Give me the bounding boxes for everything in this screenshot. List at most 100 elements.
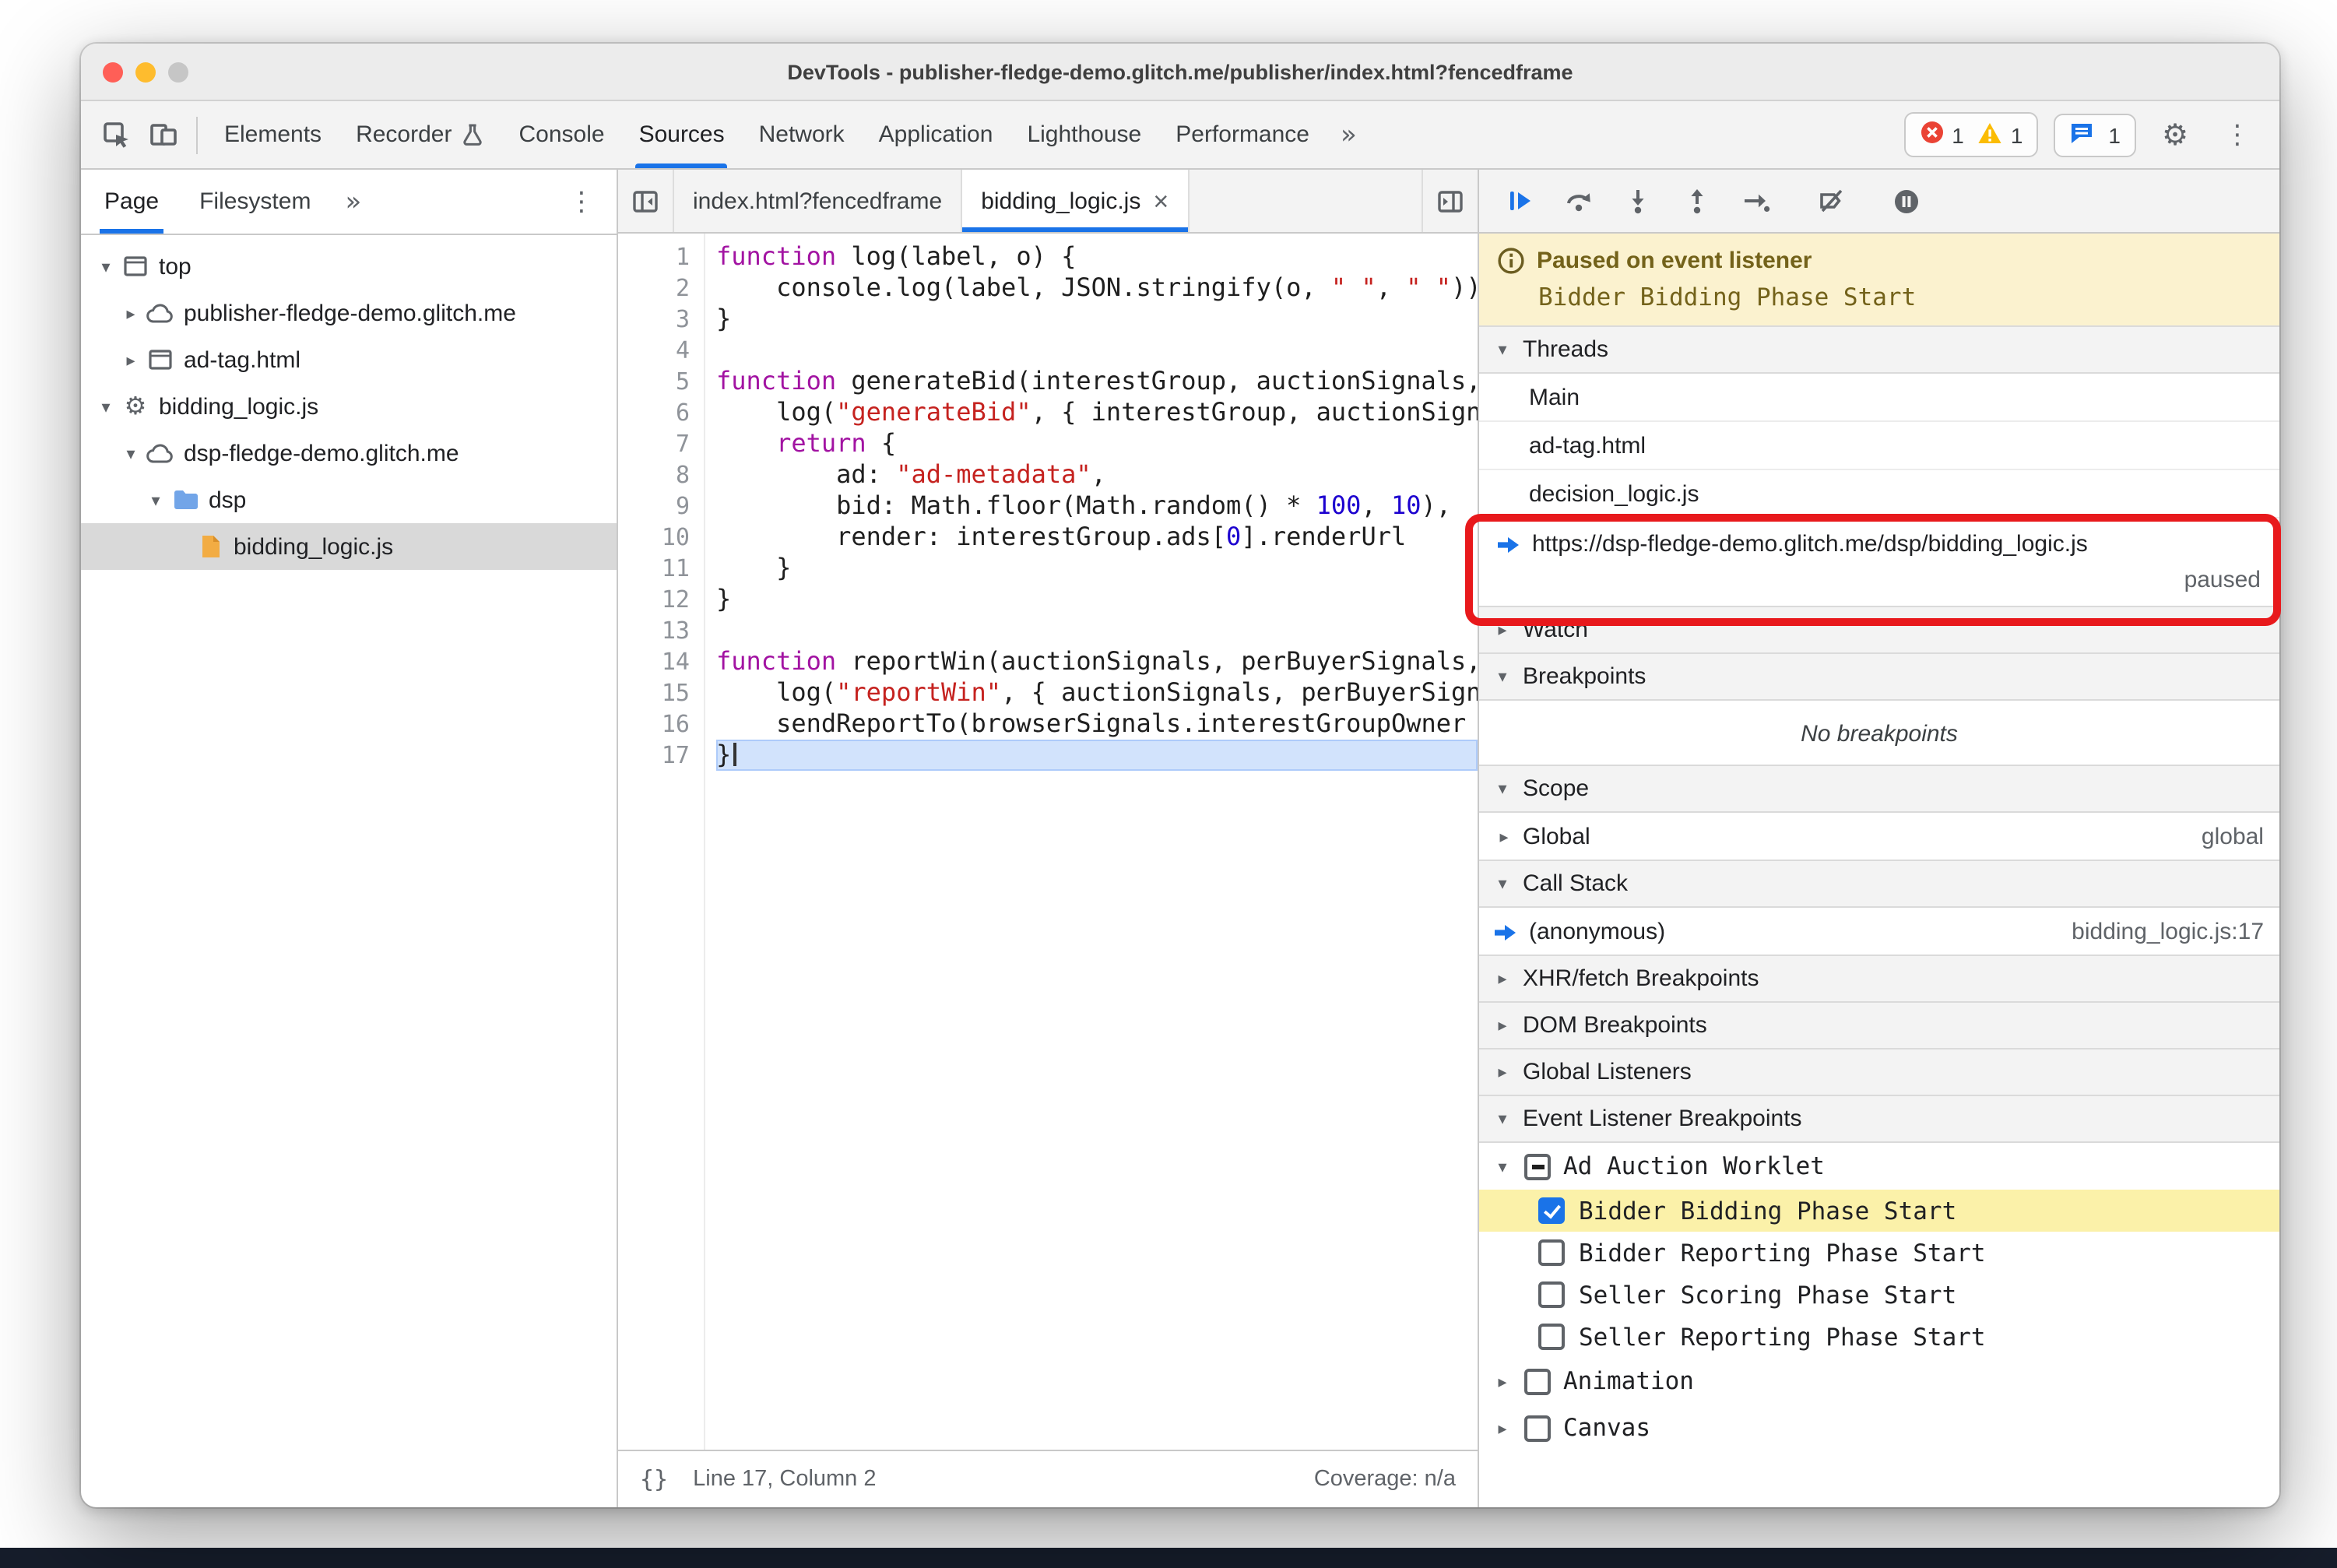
code-editor[interactable]: 1 2 3 4 5 6 7 8 9 10 11 12 13 14 15 16 17 function log(l… (618, 234, 1478, 1450)
section-global-listeners[interactable]: ▸ Global Listeners (1479, 1048, 2279, 1096)
line-number[interactable]: 11 (618, 553, 690, 584)
line-number[interactable]: 3 (618, 304, 690, 335)
tree-item-publisher-fledge-demo-glitch-me[interactable]: ▸ publisher-fledge-demo.glitch.me (81, 290, 617, 336)
line-number[interactable]: 6 (618, 397, 690, 428)
open-file-navigation-icon[interactable] (1422, 170, 1478, 232)
checkbox-checked[interactable] (1538, 1197, 1565, 1224)
tab-elements[interactable]: Elements (207, 101, 339, 168)
code-line[interactable]: render: interestGroup.ads[0].renderUrl (716, 522, 1478, 553)
console-status-badges[interactable]: 1 1 (1903, 112, 2039, 157)
elb-category-animation[interactable]: ▸ Animation (1479, 1358, 2279, 1405)
checkbox-indeterminate[interactable] (1524, 1153, 1551, 1180)
call-stack-frame[interactable]: (anonymous) bidding_logic.js:17 (1479, 908, 2279, 956)
code-line[interactable]: return { (716, 428, 1478, 459)
pause-on-exceptions-button[interactable] (1878, 176, 1934, 226)
deactivate-breakpoints-button[interactable] (1803, 176, 1859, 226)
tab-filesystem[interactable]: Filesystem (179, 170, 331, 234)
line-number[interactable]: 12 (618, 584, 690, 615)
tab-lighthouse[interactable]: Lighthouse (1010, 101, 1158, 168)
more-navigator-tabs-button[interactable]: » (331, 186, 375, 217)
line-number[interactable]: 17 (618, 740, 690, 771)
code-lines[interactable]: function log(label, o) { console.log(lab… (705, 234, 1478, 1450)
line-number[interactable]: 13 (618, 615, 690, 646)
tree-item-dsp-fledge-demo-glitch-me[interactable]: ▾ dsp-fledge-demo.glitch.me (81, 430, 617, 476)
kebab-menu-icon[interactable]: ⋮ (2214, 110, 2261, 160)
code-line[interactable]: bid: Math.floor(Math.random() * 100, 10)… (716, 490, 1478, 522)
code-line[interactable]: sendReportTo(browserSignals.interestGrou… (716, 708, 1478, 740)
section-event-listener-breakpoints[interactable]: ▾ Event Listener Breakpoints (1479, 1095, 2279, 1143)
code-line[interactable] (716, 335, 1478, 366)
elb-item-bidder-bidding-phase-start[interactable]: Bidder Bidding Phase Start (1479, 1190, 2279, 1232)
close-window-button[interactable] (103, 62, 123, 82)
code-line[interactable]: } (716, 584, 1478, 615)
hide-navigator-icon[interactable] (618, 170, 674, 232)
code-line[interactable]: log("generateBid", { interestGroup, auct… (716, 397, 1478, 428)
code-line[interactable]: } (716, 304, 1478, 335)
tree-item-bidding-logic-js[interactable]: ▾ ⚙ bidding_logic.js (81, 383, 617, 430)
tab-sources[interactable]: Sources (622, 101, 742, 168)
thread-row[interactable]: Main (1479, 374, 2279, 422)
settings-gear-icon[interactable]: ⚙ (2152, 110, 2198, 160)
minimize-window-button[interactable] (135, 62, 156, 82)
tab-performance[interactable]: Performance (1158, 101, 1327, 168)
line-number[interactable]: 14 (618, 646, 690, 677)
checkbox-unchecked[interactable] (1524, 1368, 1551, 1394)
line-number[interactable]: 15 (618, 677, 690, 708)
tree-item-bidding-logic-js[interactable]: bidding_logic.js (81, 523, 617, 570)
tab-application[interactable]: Application (862, 101, 1010, 168)
navigator-kebab-menu-icon[interactable]: ⋮ (550, 186, 613, 217)
thread-row[interactable]: ad-tag.html (1479, 422, 2279, 470)
section-scope[interactable]: ▾ Scope (1479, 765, 2279, 813)
tab-page[interactable]: Page (84, 170, 179, 234)
checkbox-unchecked[interactable] (1538, 1239, 1565, 1266)
code-line[interactable]: } (716, 553, 1478, 584)
line-number[interactable]: 5 (618, 366, 690, 397)
section-call-stack[interactable]: ▾ Call Stack (1479, 860, 2279, 908)
section-breakpoints[interactable]: ▾ Breakpoints (1479, 652, 2279, 701)
tree-item-dsp[interactable]: ▾ dsp (81, 476, 617, 523)
line-number[interactable]: 4 (618, 335, 690, 366)
checkbox-unchecked[interactable] (1538, 1324, 1565, 1350)
line-number[interactable]: 7 (618, 428, 690, 459)
device-toolbar-icon[interactable] (140, 110, 187, 160)
section-threads[interactable]: ▾ Threads (1479, 325, 2279, 374)
editor-tab-bidding-logic[interactable]: bidding_logic.js × (962, 170, 1190, 232)
step-over-button[interactable] (1551, 176, 1607, 226)
code-line[interactable]: function log(label, o) { (716, 241, 1478, 272)
code-line[interactable]: function generateBid(interestGroup, auct… (716, 366, 1478, 397)
step-out-button[interactable] (1669, 176, 1725, 226)
tree-item-top[interactable]: ▾ top (81, 243, 617, 290)
elb-item-seller-scoring-phase-start[interactable]: Seller Scoring Phase Start (1479, 1274, 2279, 1316)
line-number[interactable]: 2 (618, 272, 690, 304)
line-number[interactable]: 9 (618, 490, 690, 522)
inspect-element-icon[interactable] (93, 110, 140, 160)
zoom-window-button[interactable] (168, 62, 188, 82)
step-button[interactable] (1728, 176, 1784, 226)
scope-global-row[interactable]: ▸ Global global (1479, 813, 2279, 861)
resume-script-button[interactable] (1492, 176, 1548, 226)
issues-badge[interactable]: 1 (2054, 113, 2136, 156)
checkbox-unchecked[interactable] (1524, 1415, 1551, 1441)
checkbox-unchecked[interactable] (1538, 1281, 1565, 1308)
code-line[interactable]: } (716, 740, 1478, 771)
code-line[interactable]: console.log(label, JSON.stringify(o, " "… (716, 272, 1478, 304)
elb-category-ad-auction-worklet[interactable]: ▾ Ad Auction Worklet (1479, 1143, 2279, 1190)
thread-row[interactable]: decision_logic.js (1479, 470, 2279, 519)
more-panels-button[interactable]: » (1327, 119, 1371, 150)
line-number[interactable]: 10 (618, 522, 690, 553)
tab-console[interactable]: Console (501, 101, 621, 168)
code-line[interactable]: log("reportWin", { auctionSignals, perBu… (716, 677, 1478, 708)
line-number-gutter[interactable]: 1 2 3 4 5 6 7 8 9 10 11 12 13 14 15 16 17 (618, 234, 705, 1450)
code-line[interactable]: ad: "ad-metadata", (716, 459, 1478, 490)
line-number[interactable]: 8 (618, 459, 690, 490)
step-into-button[interactable] (1610, 176, 1666, 226)
section-xhr-breakpoints[interactable]: ▸ XHR/fetch Breakpoints (1479, 955, 2279, 1003)
editor-tab-index-html[interactable]: index.html?fencedframe (674, 170, 963, 232)
code-line[interactable]: function reportWin(auctionSignals, perBu… (716, 646, 1478, 677)
pretty-print-icon[interactable]: {} (640, 1465, 668, 1493)
section-dom-breakpoints[interactable]: ▸ DOM Breakpoints (1479, 1001, 2279, 1049)
code-line[interactable] (716, 615, 1478, 646)
tab-network[interactable]: Network (742, 101, 862, 168)
tab-recorder[interactable]: Recorder (339, 101, 501, 168)
elb-item-seller-reporting-phase-start[interactable]: Seller Reporting Phase Start (1479, 1316, 2279, 1358)
